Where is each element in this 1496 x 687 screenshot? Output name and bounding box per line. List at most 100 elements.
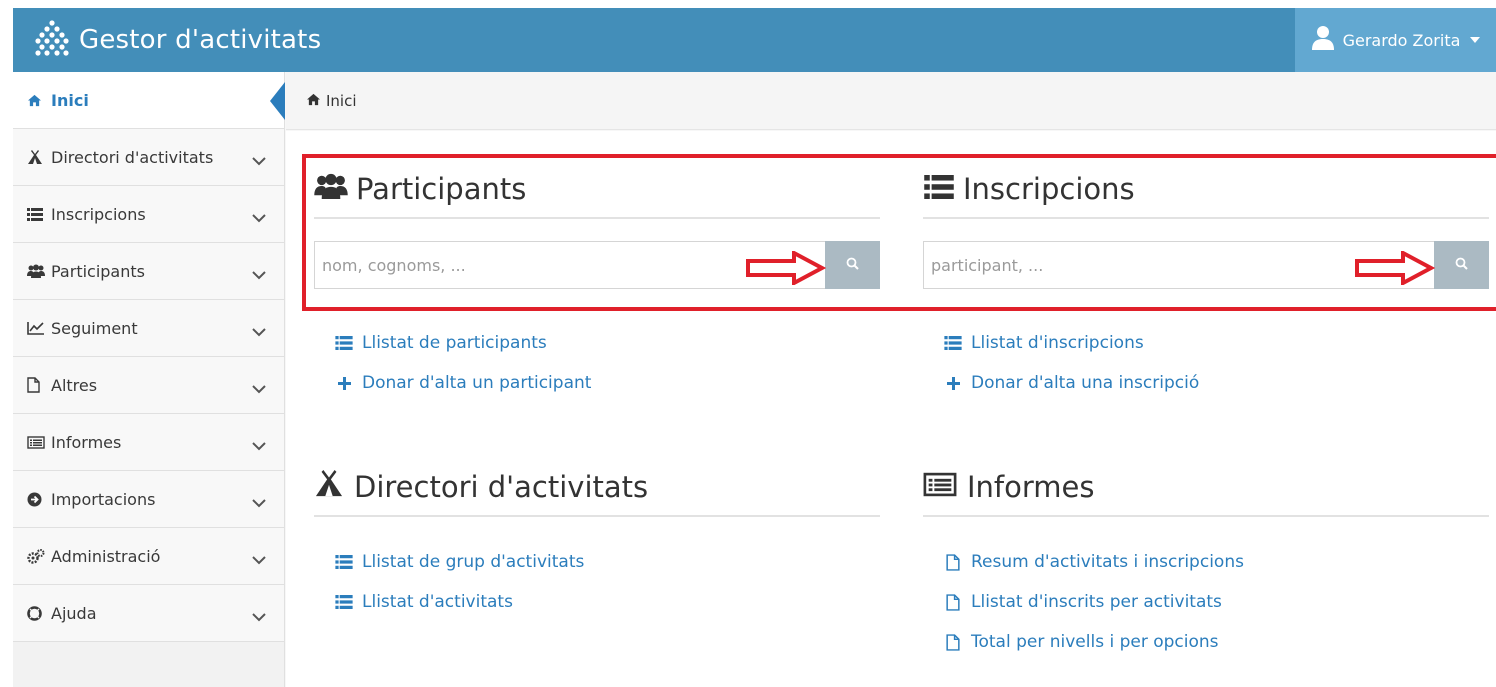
navbar: Gestor d'activitats Gerardo Zorita [13,8,1496,72]
arrow-circle-icon [27,492,47,507]
participants-list-link[interactable]: Llistat de participants [334,323,591,363]
user-name: Gerardo Zorita [1342,30,1461,50]
chevron-down-icon [252,436,266,455]
informes-links: Resum d'activitats i inscripcions Llista… [943,542,1244,662]
main-content: Participants Inscripcions [286,131,1496,687]
report-icon [27,435,47,449]
inscripcions-links: Llistat d'inscripcions Donar d'alta una … [943,323,1199,403]
plus-icon [943,376,963,391]
caret-down-icon [1470,37,1481,43]
link-label: Llistat d'inscrits per activitats [971,592,1222,612]
report-summary-link[interactable]: Resum d'activitats i inscripcions [943,542,1244,582]
participants-search [314,241,880,289]
gears-icon [27,548,47,564]
link-label: Llistat de grup d'activitats [362,552,585,572]
report-enrolled-link[interactable]: Llistat d'inscrits per activitats [943,582,1244,622]
sidebar-item-seguiment[interactable]: Seguiment [13,300,284,357]
sidebar-item-administracio[interactable]: Administració [13,528,284,585]
list-icon [943,336,963,350]
participants-title-text: Participants [356,172,527,206]
sidebar-item-label: Informes [51,432,122,452]
link-label: Llistat d'inscripcions [971,333,1144,353]
participants-search-button[interactable] [825,241,880,289]
breadcrumb-home[interactable]: Inici [326,92,357,110]
sidebar-item-importacions[interactable]: Importacions [13,471,284,528]
chevron-down-icon [252,208,266,227]
users-icon [27,264,47,278]
app-title: Gestor d'activitats [79,25,322,55]
plus-icon [334,376,354,391]
inscripcions-search [923,241,1489,289]
app-window: Gestor d'activitats Gerardo Zorita Inici… [13,8,1496,687]
participants-panel: Participants [314,169,880,289]
list-icon [334,555,354,569]
chevron-down-icon [252,322,266,341]
sidebar-item-label: Administració [51,546,161,566]
sidebar-item-label: Seguiment [51,318,138,338]
search-icon [1455,257,1468,273]
sidebar-item-inici[interactable]: Inici [13,72,285,129]
inscripcions-panel: Inscripcions [923,169,1489,289]
list-icon [334,595,354,609]
sidebar-item-label: Ajuda [51,603,97,623]
link-label: Llistat de participants [362,333,547,353]
sidebar-item-label: Altres [51,375,98,395]
inscripcions-list-link[interactable]: Llistat d'inscripcions [943,323,1199,363]
chevron-down-icon [252,151,266,170]
sidebar-item-inscripcions[interactable]: Inscripcions [13,186,284,243]
report-icon [923,470,957,504]
sidebar: Inici Directori d'activitats Inscripcion… [13,72,285,687]
lifebuoy-icon [27,605,47,621]
sidebar-item-label: Inici [51,90,89,110]
chevron-down-icon [252,550,266,569]
brand[interactable]: Gestor d'activitats [33,8,321,72]
sidebar-item-label: Importacions [51,489,156,509]
link-label: Donar d'alta un participant [362,373,592,393]
file-icon [943,633,963,651]
link-label: Donar d'alta una inscripció [971,373,1200,393]
tent-icon [314,469,344,505]
sidebar-item-directori[interactable]: Directori d'activitats [13,129,284,186]
inscripcions-title-text: Inscripcions [963,172,1135,206]
sidebar-item-participants[interactable]: Participants [13,243,284,300]
sidebar-item-altres[interactable]: Altres [13,357,284,414]
file-icon [943,553,963,571]
list-icon [27,207,47,221]
link-label: Resum d'activitats i inscripcions [971,552,1244,572]
arrow-right-icon [746,249,827,289]
list-icon [334,336,354,350]
sidebar-item-informes[interactable]: Informes [13,414,284,471]
line-chart-icon [27,321,47,335]
search-icon [846,257,859,273]
sidebar-item-ajuda[interactable]: Ajuda [13,585,284,642]
tent-icon [27,149,47,165]
user-menu[interactable]: Gerardo Zorita [1295,8,1496,72]
informes-title: Informes [923,467,1489,517]
inscripcions-search-button[interactable] [1434,241,1489,289]
users-icon [314,172,348,206]
breadcrumb: Inici [286,72,1496,130]
directori-title: Directori d'activitats [314,467,880,517]
sidebar-item-label: Directori d'activitats [51,147,214,167]
report-totals-link[interactable]: Total per nivells i per opcions [943,622,1244,662]
activity-groups-link[interactable]: Llistat de grup d'activitats [334,542,584,582]
file-icon [27,377,47,393]
participants-title: Participants [314,169,880,219]
home-icon [27,94,47,107]
file-icon [943,593,963,611]
informes-title-text: Informes [967,470,1095,504]
participants-links: Llistat de participants Donar d'alta un … [334,323,591,403]
participants-add-link[interactable]: Donar d'alta un participant [334,363,591,403]
directori-links: Llistat de grup d'activitats Llistat d'a… [334,542,584,622]
directori-title-text: Directori d'activitats [354,470,649,504]
arrow-right-icon [1355,249,1436,289]
inscripcions-add-link[interactable]: Donar d'alta una inscripció [943,363,1199,403]
link-label: Total per nivells i per opcions [971,632,1219,652]
activities-list-link[interactable]: Llistat d'activitats [334,582,584,622]
active-indicator [270,82,285,120]
list-icon [923,172,955,206]
chevron-down-icon [252,607,266,626]
user-icon [1311,25,1335,55]
link-label: Llistat d'activitats [362,592,513,612]
chevron-down-icon [252,265,266,284]
